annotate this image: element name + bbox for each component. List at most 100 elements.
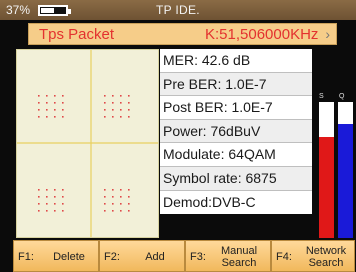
constellation-point (54, 116, 56, 118)
constellation-point (54, 196, 56, 198)
mer-readout: MER: 42.6 dB (160, 49, 312, 73)
constellation-point (112, 196, 114, 198)
constellation-point (54, 203, 56, 205)
f1-delete-button[interactable]: F1: Delete (13, 240, 99, 272)
constellation-point (62, 102, 64, 104)
constellation-point (54, 102, 56, 104)
constellation-point (54, 109, 56, 111)
constellation-point (46, 203, 48, 205)
constellation-point (38, 210, 40, 212)
constellation-point (104, 203, 106, 205)
constellation-point (128, 196, 130, 198)
constellation-point (112, 210, 114, 212)
constellation-point (104, 102, 106, 104)
modulation-readout: Modulate: 64QAM (160, 143, 312, 167)
symbol-rate-readout: Symbol rate: 6875 (160, 166, 312, 191)
strength-meter-fill (319, 137, 334, 238)
demod-readout: Demod:DVB-C (160, 190, 312, 215)
frequency-value: K:51,506000KHz (205, 26, 319, 43)
constellation-point (46, 109, 48, 111)
q-meter-label: Q (339, 93, 345, 100)
constellation-point (38, 116, 40, 118)
constellation-point (38, 109, 40, 111)
header-label: Tps Packet (39, 26, 115, 43)
constellation-point (46, 189, 48, 191)
constellation-point (62, 196, 64, 198)
constellation-point (128, 203, 130, 205)
constellation-point (54, 189, 56, 191)
constellation-point (62, 210, 64, 212)
f3-manual-search-button[interactable]: F3: Manual Search (185, 240, 271, 272)
constellation-point (120, 210, 122, 212)
constellation-point (38, 196, 40, 198)
f1-key-number: F1: (18, 251, 34, 263)
constellation-point (112, 95, 114, 97)
tps-packet-header[interactable]: Tps Packet K:51,506000KHz › (28, 23, 337, 45)
constellation-point (128, 102, 130, 104)
strength-meter (319, 102, 334, 238)
f4-key-number: F4: (276, 251, 292, 263)
readout-list: MER: 42.6 dB Pre BER: 1.0E-7 Post BER: 1… (160, 49, 312, 238)
constellation-point (128, 109, 130, 111)
f4-key-label: Network Search (305, 245, 347, 269)
constellation-point (104, 196, 106, 198)
constellation-point (112, 203, 114, 205)
constellation-point (38, 189, 40, 191)
constellation-point (62, 203, 64, 205)
constellation-point (62, 109, 64, 111)
constellation-point (38, 102, 40, 104)
constellation-point (46, 102, 48, 104)
constellation-point (104, 189, 106, 191)
f2-key-label: Add (145, 251, 165, 263)
constellation-point (104, 95, 106, 97)
f3-key-number: F3: (190, 251, 206, 263)
constellation-point (120, 109, 122, 111)
pre-ber-readout: Pre BER: 1.0E-7 (160, 72, 312, 97)
constellation-point (104, 210, 106, 212)
constellation-point (38, 203, 40, 205)
constellation-point (38, 95, 40, 97)
constellation-point (120, 116, 122, 118)
constellation-point (120, 196, 122, 198)
constellation-point (120, 102, 122, 104)
f3-key-label: Manual Search (220, 245, 258, 269)
constellation-point (104, 116, 106, 118)
constellation-point (128, 210, 130, 212)
quality-meter-fill (338, 123, 353, 238)
constellation-point (62, 95, 64, 97)
f4-network-search-button[interactable]: F4: Network Search (271, 240, 355, 272)
constellation-point (128, 116, 130, 118)
constellation-point (112, 116, 114, 118)
f1-key-label: Delete (53, 251, 85, 263)
power-readout: Power: 76dBuV (160, 119, 312, 144)
constellation-point (62, 189, 64, 191)
f2-key-number: F2: (104, 251, 120, 263)
chevron-right-icon[interactable]: › (325, 26, 330, 42)
constellation-point (46, 116, 48, 118)
constellation-point (120, 203, 122, 205)
constellation-point (112, 109, 114, 111)
constellation-point (104, 109, 106, 111)
constellation-point (46, 210, 48, 212)
measurement-panel: MER: 42.6 dB Pre BER: 1.0E-7 Post BER: 1… (16, 49, 356, 238)
screen-title: TP IDE. (156, 3, 200, 17)
constellation-plot (17, 50, 158, 237)
s-meter-label: S (319, 93, 324, 100)
constellation-point (120, 95, 122, 97)
signal-meters: S Q (316, 49, 356, 238)
constellation-point (46, 95, 48, 97)
post-ber-readout: Post BER: 1.0E-7 (160, 96, 312, 120)
f2-add-button[interactable]: F2: Add (99, 240, 185, 272)
constellation-point (62, 116, 64, 118)
constellation-point (120, 189, 122, 191)
constellation-point (112, 102, 114, 104)
status-bar: 37% TP IDE. (0, 0, 356, 20)
constellation-point (54, 210, 56, 212)
quality-meter (338, 102, 353, 238)
constellation-diagram (16, 49, 159, 238)
constellation-point (112, 189, 114, 191)
function-key-bar: F1: Delete F2: Add F3: Manual Search F4:… (0, 240, 356, 272)
constellation-point (128, 95, 130, 97)
constellation-point (46, 196, 48, 198)
constellation-point (128, 189, 130, 191)
